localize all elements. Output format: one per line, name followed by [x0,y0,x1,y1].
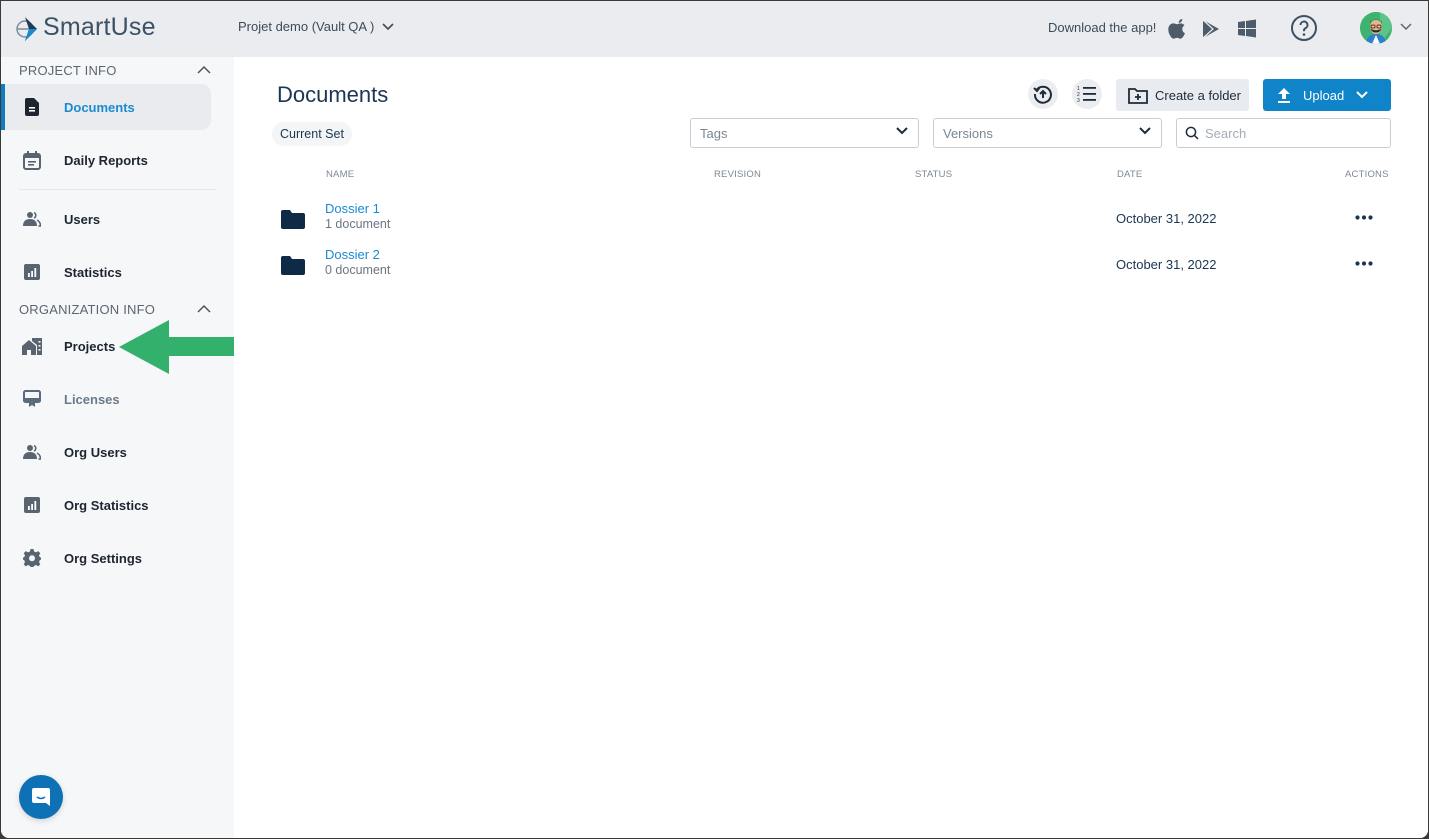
document-icon [22,97,42,117]
search-icon [1185,126,1199,140]
current-set-chip[interactable]: Current Set [272,122,352,146]
users-icon [22,209,42,229]
sidebar: PROJECT INFO Documents Daily Reports Use… [1,57,257,838]
create-folder-button[interactable]: Create a folder [1116,79,1249,111]
column-header-date[interactable]: DATE [1117,169,1142,180]
sidebar-item-label: Org Settings [64,550,143,566]
google-play-icon[interactable] [1200,18,1222,40]
history-upload-icon [1033,85,1052,104]
table-row[interactable]: Dossier 1 1 document October 31, 2022 [272,199,1392,243]
gear-icon [22,548,42,568]
sidebar-item-label: Statistics [64,264,122,280]
chevron-up-icon[interactable] [197,304,211,313]
chevron-down-icon [896,127,908,135]
app-window: SmartUse Projet demo (Vault QA ) Downloa… [1,1,1428,838]
statistics-icon [22,495,42,515]
sidebar-item-org-statistics[interactable]: Org Statistics [1,482,211,528]
tags-select[interactable]: Tags [690,118,919,148]
search-input[interactable] [1205,125,1375,141]
versions-select[interactable]: Versions [933,118,1162,148]
sidebar-item-label: Licenses [64,391,120,407]
smartuse-logo-icon [16,16,37,41]
sidebar-item-documents[interactable]: Documents [1,84,211,130]
chevron-down-icon [1139,127,1151,135]
upload-label: Upload [1303,87,1345,103]
upload-icon [1278,88,1290,103]
project-name: Projet demo (Vault QA ) [238,19,375,34]
column-header-status[interactable]: STATUS [915,169,952,180]
chat-button[interactable] [19,775,63,819]
numbered-list-button[interactable]: 123 [1072,79,1102,109]
numbered-list-icon: 123 [1077,86,1096,103]
apple-icon[interactable] [1167,18,1189,40]
folder-icon [281,256,305,275]
versions-select-value: Versions [943,125,993,141]
svg-text:3: 3 [1077,98,1080,103]
column-header-actions: ACTIONS [1345,169,1389,180]
upload-button[interactable]: Upload [1263,79,1391,111]
sidebar-divider [19,189,216,190]
more-actions-button[interactable] [1354,253,1374,273]
project-selector[interactable]: Projet demo (Vault QA ) [238,19,394,34]
folder-plus-icon [1128,87,1148,104]
column-header-name[interactable]: NAME [326,169,354,180]
sidebar-item-licenses[interactable]: Licenses [1,376,211,422]
windows-icon[interactable] [1236,18,1258,40]
user-avatar[interactable] [1360,12,1392,44]
folder-icon [281,210,305,229]
sidebar-item-label: Org Statistics [64,497,149,513]
section-title-project-info: PROJECT INFO [19,63,117,78]
row-date: October 31, 2022 [1116,257,1217,272]
top-bar: SmartUse Projet demo (Vault QA ) Downloa… [1,1,1428,57]
folder-document-count: 0 document [325,263,391,277]
folder-name-link[interactable]: Dossier 1 [325,201,380,216]
chevron-up-icon[interactable] [197,65,211,74]
logo-text: SmartUse [43,13,156,41]
projects-icon [22,336,42,356]
table-row[interactable]: Dossier 2 0 document October 31, 2022 [272,245,1392,289]
sidebar-item-statistics[interactable]: Statistics [1,249,211,295]
sidebar-item-label: Projects [64,338,116,354]
tags-select-value: Tags [700,125,728,141]
more-horizontal-icon [1355,260,1373,266]
sidebar-item-label: Daily Reports [64,152,148,168]
smartuse-logo[interactable]: SmartUse [15,13,156,42]
avatar-illustration [1360,12,1392,44]
calendar-icon [22,150,42,170]
chat-icon [32,788,50,806]
chevron-down-icon [382,22,394,30]
sidebar-item-org-settings[interactable]: Org Settings [1,535,211,581]
statistics-icon [22,262,42,282]
folder-document-count: 1 document [325,217,391,231]
more-actions-button[interactable] [1354,207,1374,227]
download-app-label: Download the app! [1048,20,1157,35]
license-icon [22,389,42,409]
sidebar-item-users[interactable]: Users [1,196,211,242]
main-content: Documents Current Set 123 Create a folde… [234,57,1428,838]
column-header-revision[interactable]: REVISION [714,169,761,180]
section-title-organization-info: ORGANIZATION INFO [19,302,156,317]
folder-name-link[interactable]: Dossier 2 [325,247,380,262]
page-title: Documents [277,82,389,107]
row-date: October 31, 2022 [1116,211,1217,226]
history-upload-button[interactable] [1028,79,1058,109]
more-horizontal-icon [1355,214,1373,220]
sidebar-item-label: Documents [64,99,135,115]
chevron-down-icon[interactable] [1400,23,1412,31]
sidebar-item-org-users[interactable]: Org Users [1,429,211,475]
sidebar-item-label: Users [64,211,101,227]
chevron-down-icon [1356,91,1368,99]
help-circle-icon[interactable] [1290,14,1318,42]
sidebar-item-label: Org Users [64,444,127,460]
sidebar-item-daily-reports[interactable]: Daily Reports [1,137,211,183]
search-field[interactable] [1176,118,1391,148]
users-icon [22,442,42,462]
create-folder-label: Create a folder [1155,87,1241,103]
